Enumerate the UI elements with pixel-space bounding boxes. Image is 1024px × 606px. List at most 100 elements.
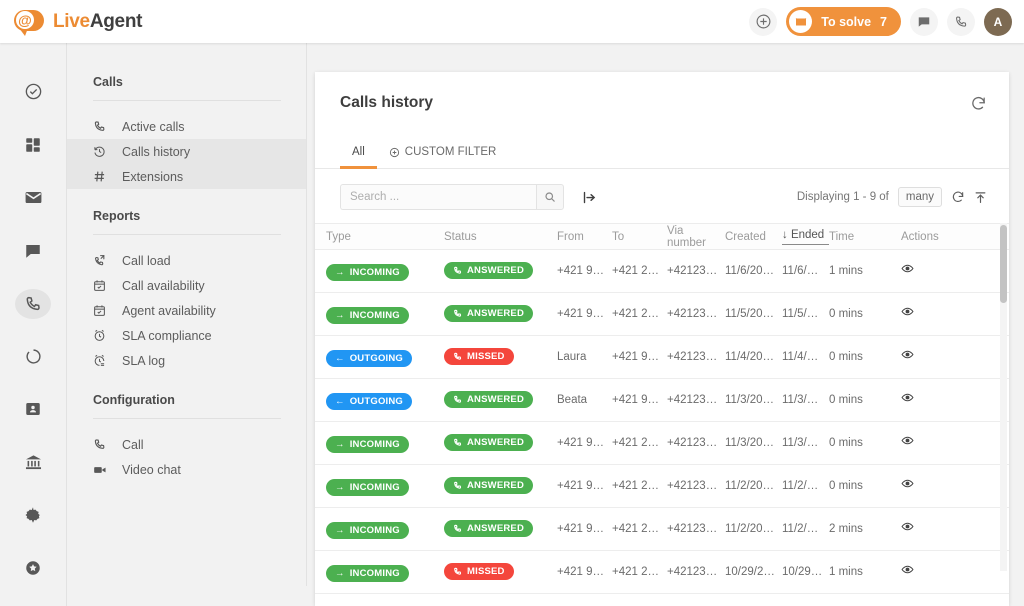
table-row[interactable]: →INCOMINGANSWERED+421 91…+421 23…+421232… [315,465,1009,508]
column-header-type[interactable]: Type [326,231,444,243]
eye-icon[interactable] [901,305,914,318]
rail-item-dashboard[interactable] [15,130,51,160]
table-row[interactable]: →INCOMINGANSWERED+421 94…+421 23…+421232… [315,250,1009,293]
status-badge: ANSWERED [444,305,533,322]
sidebar-item-call-availability[interactable]: Call availability [67,273,306,298]
phone-icon [453,438,462,447]
cell-type: →INCOMING [326,563,444,582]
secondary-nav: Calls Active calls Calls [67,43,307,586]
direction-arrow-icon: → [335,439,345,450]
refresh-icon[interactable] [951,190,965,204]
rail-item-calls[interactable] [15,289,51,319]
direction-arrow-icon: → [335,310,345,321]
liveagent-logo[interactable]: @ LiveAgent [14,9,142,35]
sidebar-item-agent-availability[interactable]: Agent availability [67,298,306,323]
chat-bubble-icon[interactable] [910,8,938,36]
phone-icon [93,438,111,451]
table-row[interactable]: →INCOMINGANSWERED+421 90…+421 23…+421232… [315,508,1009,551]
column-header-created[interactable]: Created [725,231,782,243]
search-button[interactable] [536,184,564,210]
cell-status: ANSWERED [444,520,557,538]
column-header-time[interactable]: Time [829,231,901,243]
cell-type: →INCOMING [326,434,444,453]
table-scrollbar[interactable] [1000,223,1007,571]
phone-icon [93,120,111,133]
page-size-select[interactable]: many [898,187,942,207]
to-solve-label: To solve [821,15,871,29]
column-header-ended-label: Ended [791,229,824,241]
rail-item-settings[interactable] [15,500,51,530]
sidebar-item-calls-history[interactable]: Calls history [67,139,306,164]
cell-actions [901,391,971,409]
rail-item-knowledge-base[interactable] [15,447,51,477]
search-input[interactable] [340,184,536,210]
rail-item-tickets[interactable] [15,183,51,213]
cell-to: +421 23… [612,523,667,535]
sidebar-item-extensions[interactable]: Extensions [67,164,306,189]
cell-from: Beata [557,394,612,406]
to-solve-button[interactable]: To solve 7 [786,7,901,36]
contacts-card-icon [24,400,42,418]
top-bar: @ LiveAgent To solve 7 [0,0,1024,43]
calls-table: Type Status From To Via number Created ↓… [315,223,1009,598]
status-badge-label: MISSED [467,351,505,362]
refresh-icon[interactable] [970,95,987,112]
table-row[interactable]: →INCOMINGANSWERED+421 94…+421 23…+421232… [315,293,1009,336]
phone-icon[interactable] [947,8,975,36]
cell-actions [901,477,971,495]
type-badge: →INCOMING [326,436,409,453]
sidebar-item-call[interactable]: Call [67,432,306,457]
cell-ended: 11/3/20… [782,437,829,449]
table-row[interactable]: →INCOMINGANSWERED+421 94…+421 23…+421232… [315,422,1009,465]
column-header-from[interactable]: From [557,231,612,243]
nav-group-title-reports: Reports [67,209,306,234]
at-symbol: @ [16,11,34,29]
tab-all[interactable]: All [340,146,377,168]
rail-item-check-circle[interactable] [15,77,51,107]
cell-ended: 11/2/20… [782,480,829,492]
status-badge: ANSWERED [444,434,533,451]
status-badge-label: ANSWERED [467,480,524,491]
status-badge: MISSED [444,348,514,365]
tab-custom-filter[interactable]: CUSTOM FILTER [377,146,509,168]
eye-icon[interactable] [901,391,914,404]
icon-rail [0,43,67,606]
column-header-ended[interactable]: ↓ Ended [782,229,829,245]
sidebar-item-sla-compliance[interactable]: SLA compliance [67,323,306,348]
eye-icon[interactable] [901,348,914,361]
cell-actions [901,348,971,366]
table-row[interactable]: →INCOMINGMISSED+421 90…+421 23…+421232…1… [315,551,1009,594]
cell-created: 10/29/2… [725,566,782,578]
eye-icon[interactable] [901,477,914,490]
column-header-via[interactable]: Via number [667,225,725,249]
rail-item-star[interactable] [15,553,51,583]
sidebar-item-video-chat[interactable]: Video chat [67,457,306,482]
calendar-check-icon [93,279,111,292]
plus-circle-icon[interactable] [749,8,777,36]
column-header-to[interactable]: To [612,231,667,243]
rail-item-contacts[interactable] [15,394,51,424]
table-row[interactable]: ←OUTGOINGMISSEDLaura+421 94…+421233…11/4… [315,336,1009,379]
cell-ended: 11/4/20… [782,351,829,363]
column-header-status[interactable]: Status [444,231,557,243]
eye-icon[interactable] [901,434,914,447]
user-avatar[interactable]: A [984,8,1012,36]
rail-item-progress[interactable] [15,342,51,372]
eye-icon[interactable] [901,262,914,275]
eye-icon[interactable] [901,520,914,533]
cell-status: ANSWERED [444,305,557,323]
download-icon[interactable] [974,191,987,204]
status-badge: ANSWERED [444,262,533,279]
cell-type: ←OUTGOING [326,348,444,367]
sidebar-item-active-calls[interactable]: Active calls [67,114,306,139]
logo-text: LiveAgent [53,11,142,33]
phone-icon [453,524,462,533]
cell-status: MISSED [444,563,557,581]
sidebar-item-sla-log[interactable]: SLA log [67,348,306,373]
export-arrow-icon[interactable] [582,190,597,205]
sidebar-item-call-load[interactable]: Call load [67,248,306,273]
scrollbar-thumb[interactable] [1000,225,1007,303]
table-row[interactable]: ←OUTGOINGANSWEREDBeata+421 94…+421232…11… [315,379,1009,422]
eye-icon[interactable] [901,563,914,576]
rail-item-chat[interactable] [15,236,51,266]
